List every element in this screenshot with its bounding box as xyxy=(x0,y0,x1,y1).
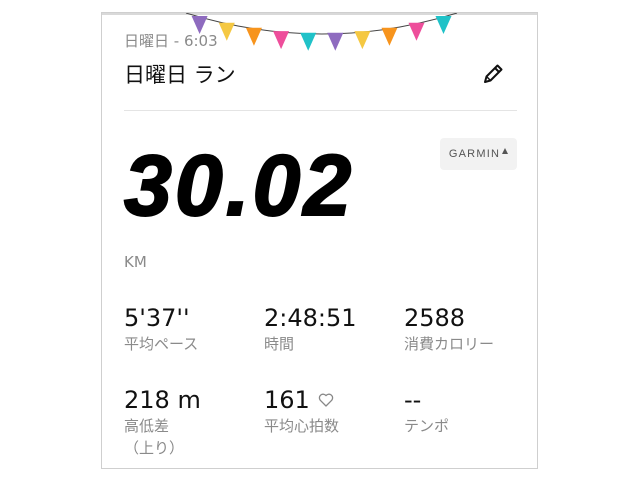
stat-label: 時間 xyxy=(264,335,295,353)
stat-average-heart-rate: 161 平均心拍数 xyxy=(264,385,404,437)
stat-value-text: -- xyxy=(404,386,422,414)
pencil-icon xyxy=(484,64,503,83)
bunting-flag xyxy=(408,22,425,41)
activity-card: 日曜日 - 6:03 日曜日 ラン GARMIN 30.02 KM 5'37''… xyxy=(101,12,538,469)
stat-value-text: 5'37'' xyxy=(124,304,190,332)
bunting-flag xyxy=(327,32,344,51)
stat-calories: 2588 消費カロリー xyxy=(404,303,529,355)
stat-value-text: 161 xyxy=(264,386,310,414)
stat-value: 2:48:51 xyxy=(264,303,404,333)
garmin-triangle-icon xyxy=(502,148,509,154)
stat-elevation-gain: 218 m 高低差 （上り） xyxy=(124,385,264,459)
stat-cadence: -- テンポ xyxy=(404,385,537,437)
stat-duration: 2:48:51 時間 xyxy=(264,303,404,355)
bunting-flag xyxy=(245,27,262,46)
distance-unit: KM xyxy=(124,253,147,271)
stat-label: テンポ xyxy=(404,417,450,435)
bunting-flag xyxy=(218,22,235,41)
stat-value-text: 2:48:51 xyxy=(264,304,357,332)
bunting-flag xyxy=(191,15,208,34)
bunting-flag xyxy=(381,27,398,46)
header-divider xyxy=(124,110,517,111)
stat-average-pace: 5'37'' 平均ペース xyxy=(124,303,264,355)
bunting-flag xyxy=(300,32,317,51)
bunting-flag xyxy=(354,31,371,50)
stat-label: 消費カロリー xyxy=(404,335,495,353)
stat-value: 2588 xyxy=(404,303,529,333)
stat-value: -- xyxy=(404,385,537,415)
stat-value: 218 m xyxy=(124,385,264,415)
stat-value: 5'37'' xyxy=(124,303,264,333)
garmin-badge-label: GARMIN xyxy=(448,148,501,160)
activity-title: 日曜日 ラン xyxy=(124,63,236,87)
distance-value: 30.02 xyxy=(123,138,355,234)
bunting-flag xyxy=(435,15,452,34)
heart-icon xyxy=(318,393,334,407)
stat-value: 161 xyxy=(264,385,404,415)
stat-value-text: 2588 xyxy=(404,304,466,332)
garmin-source-badge: GARMIN xyxy=(440,138,517,170)
stat-label: 高低差 （上り） xyxy=(124,417,185,457)
bunting-flag xyxy=(273,31,290,50)
edit-button[interactable] xyxy=(478,59,508,89)
stat-label: 平均ペース xyxy=(124,335,199,353)
stat-label: 平均心拍数 xyxy=(264,417,340,435)
stat-value-text: 218 m xyxy=(124,386,201,414)
